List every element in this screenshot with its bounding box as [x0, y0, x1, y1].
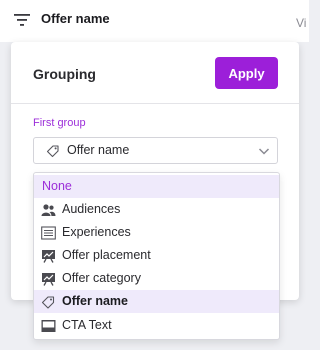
option-none[interactable]: None [34, 175, 279, 198]
page-title: Offer name [41, 11, 110, 26]
option-label: Audiences [62, 202, 121, 216]
option-offer-name[interactable]: Offer name [34, 290, 279, 313]
option-label: Experiences [62, 225, 131, 239]
chart-board-icon [42, 250, 55, 263]
option-experiences[interactable]: Experiences [34, 221, 279, 244]
tag-icon [46, 145, 59, 158]
apply-button[interactable]: Apply [215, 57, 278, 89]
top-bar: Offer name Vi [0, 0, 309, 42]
option-audiences[interactable]: Audiences [34, 198, 279, 221]
option-offer-placement[interactable]: Offer placement [34, 244, 279, 267]
panel-title: Grouping [33, 66, 96, 82]
option-label: Offer category [62, 271, 141, 285]
divider [11, 103, 299, 104]
chevron-down-icon [258, 148, 270, 155]
group-dropdown-menu: None Audiences Experiences Offer placeme… [33, 172, 280, 340]
option-label: CTA Text [62, 318, 112, 332]
view-link[interactable]: Vi [296, 16, 306, 30]
option-cta-text[interactable]: CTA Text [34, 314, 279, 337]
first-group-label: First group [33, 117, 86, 129]
window-icon [41, 320, 56, 332]
people-icon [41, 204, 56, 216]
chart-board-icon [42, 273, 55, 286]
list-icon [41, 226, 56, 240]
option-offer-category[interactable]: Offer category [34, 267, 279, 290]
filter-icon[interactable] [14, 13, 30, 27]
select-value: Offer name [67, 143, 130, 157]
option-label: None [42, 179, 72, 193]
option-label: Offer placement [62, 248, 151, 262]
first-group-select[interactable]: Offer name [33, 137, 278, 164]
tag-icon [41, 296, 55, 309]
option-label: Offer name [62, 294, 128, 308]
